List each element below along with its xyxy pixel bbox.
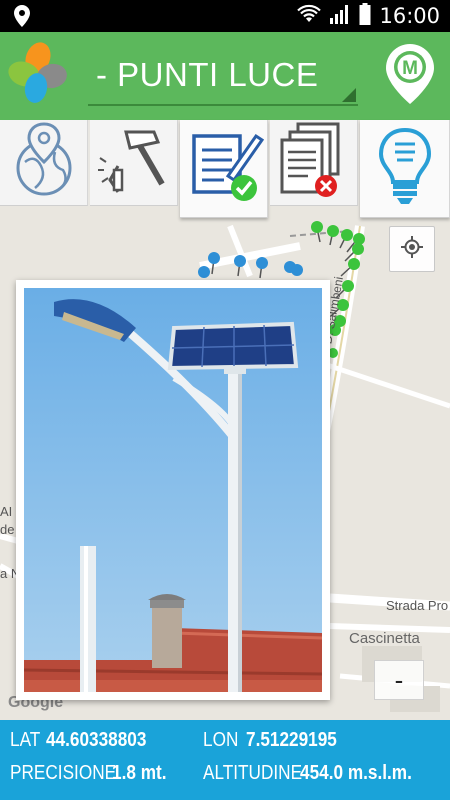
lat-label: LAT (10, 729, 41, 751)
marker-green[interactable] (327, 225, 339, 246)
map-pin-m-icon[interactable]: M (384, 42, 436, 111)
precision-label: PRECISIONE (10, 762, 117, 784)
marker-blue[interactable] (256, 257, 268, 279)
marker-green[interactable] (311, 221, 323, 243)
lon-label: LON (203, 729, 239, 751)
marker-green[interactable] (340, 258, 360, 277)
status-time: 16:00 (379, 4, 440, 28)
map-label-left-b: de (0, 522, 15, 537)
globe-pin-icon (11, 122, 77, 203)
precision-value: 1.8 mt. (112, 762, 167, 784)
altitude-label: ALTITUDINE (203, 762, 303, 784)
map-label-left-a: AI (0, 504, 13, 519)
street-light-photo (24, 288, 322, 692)
page-title: - PUNTI LUCE (96, 56, 319, 93)
status-bar: 16:00 (0, 0, 450, 32)
tool-install[interactable] (90, 120, 178, 206)
my-location-button[interactable] (389, 226, 435, 272)
map-label-cascinetta: Cascinetta (349, 630, 420, 647)
map-button-letter: M (402, 58, 418, 79)
altitude-value: 454.0 m.s.l.m. (300, 762, 412, 784)
app-logo-icon[interactable] (6, 40, 70, 104)
lightbulb-icon (375, 126, 435, 211)
tool-light-points[interactable] (360, 120, 450, 218)
gps-info-bar: LAT 44.60338803 LON 7.51229195 PRECISION… (0, 720, 450, 800)
hammer-icon (96, 122, 172, 203)
document-check-icon (184, 126, 264, 211)
marker-blue[interactable] (198, 266, 210, 278)
battery-icon (359, 2, 371, 30)
photo-preview[interactable] (16, 280, 330, 700)
wifi-icon (297, 4, 322, 29)
signal-icon (329, 4, 351, 29)
map-label-strada: Strada Pro (386, 598, 449, 613)
section-dropdown[interactable]: - PUNTI LUCE (88, 46, 358, 106)
app-header: - PUNTI LUCE M (0, 32, 450, 120)
documents-delete-icon (274, 120, 354, 205)
marker-green[interactable] (339, 229, 353, 249)
tool-geolocate[interactable] (0, 120, 88, 206)
my-location-icon (400, 235, 424, 264)
tool-report[interactable] (180, 120, 268, 218)
lon-value: 7.51229195 (246, 729, 337, 751)
zoom-out-button[interactable]: - (374, 660, 424, 700)
marker-blue[interactable] (291, 264, 303, 276)
toolbar (0, 120, 450, 218)
location-icon (14, 5, 30, 32)
tool-delete-documents[interactable] (270, 120, 358, 206)
marker-blue[interactable] (234, 255, 246, 277)
dropdown-arrow-icon (342, 88, 356, 102)
lat-value: 44.60338803 (46, 729, 147, 751)
